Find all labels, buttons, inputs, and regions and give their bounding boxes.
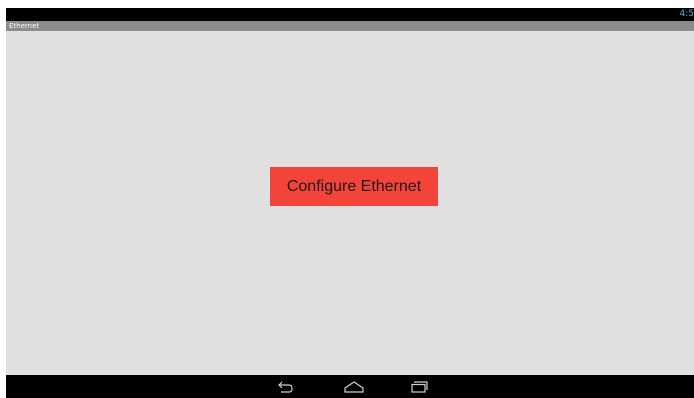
home-button[interactable] (342, 378, 366, 396)
configure-ethernet-button[interactable]: Configure Ethernet (270, 167, 438, 206)
status-time: 4:5 (679, 9, 694, 19)
navigation-bar (6, 375, 694, 398)
back-icon (278, 381, 293, 393)
page-title: Ethernet (9, 22, 40, 30)
recents-icon (411, 381, 428, 393)
device-screen: 4:5 Ethernet Configure Ethernet (6, 8, 694, 398)
home-icon (344, 381, 364, 393)
recents-button[interactable] (408, 378, 432, 396)
back-button[interactable] (274, 378, 298, 396)
status-bar: 4:5 (6, 8, 694, 21)
main-content: Configure Ethernet (6, 31, 694, 375)
title-bar: Ethernet (6, 21, 694, 31)
